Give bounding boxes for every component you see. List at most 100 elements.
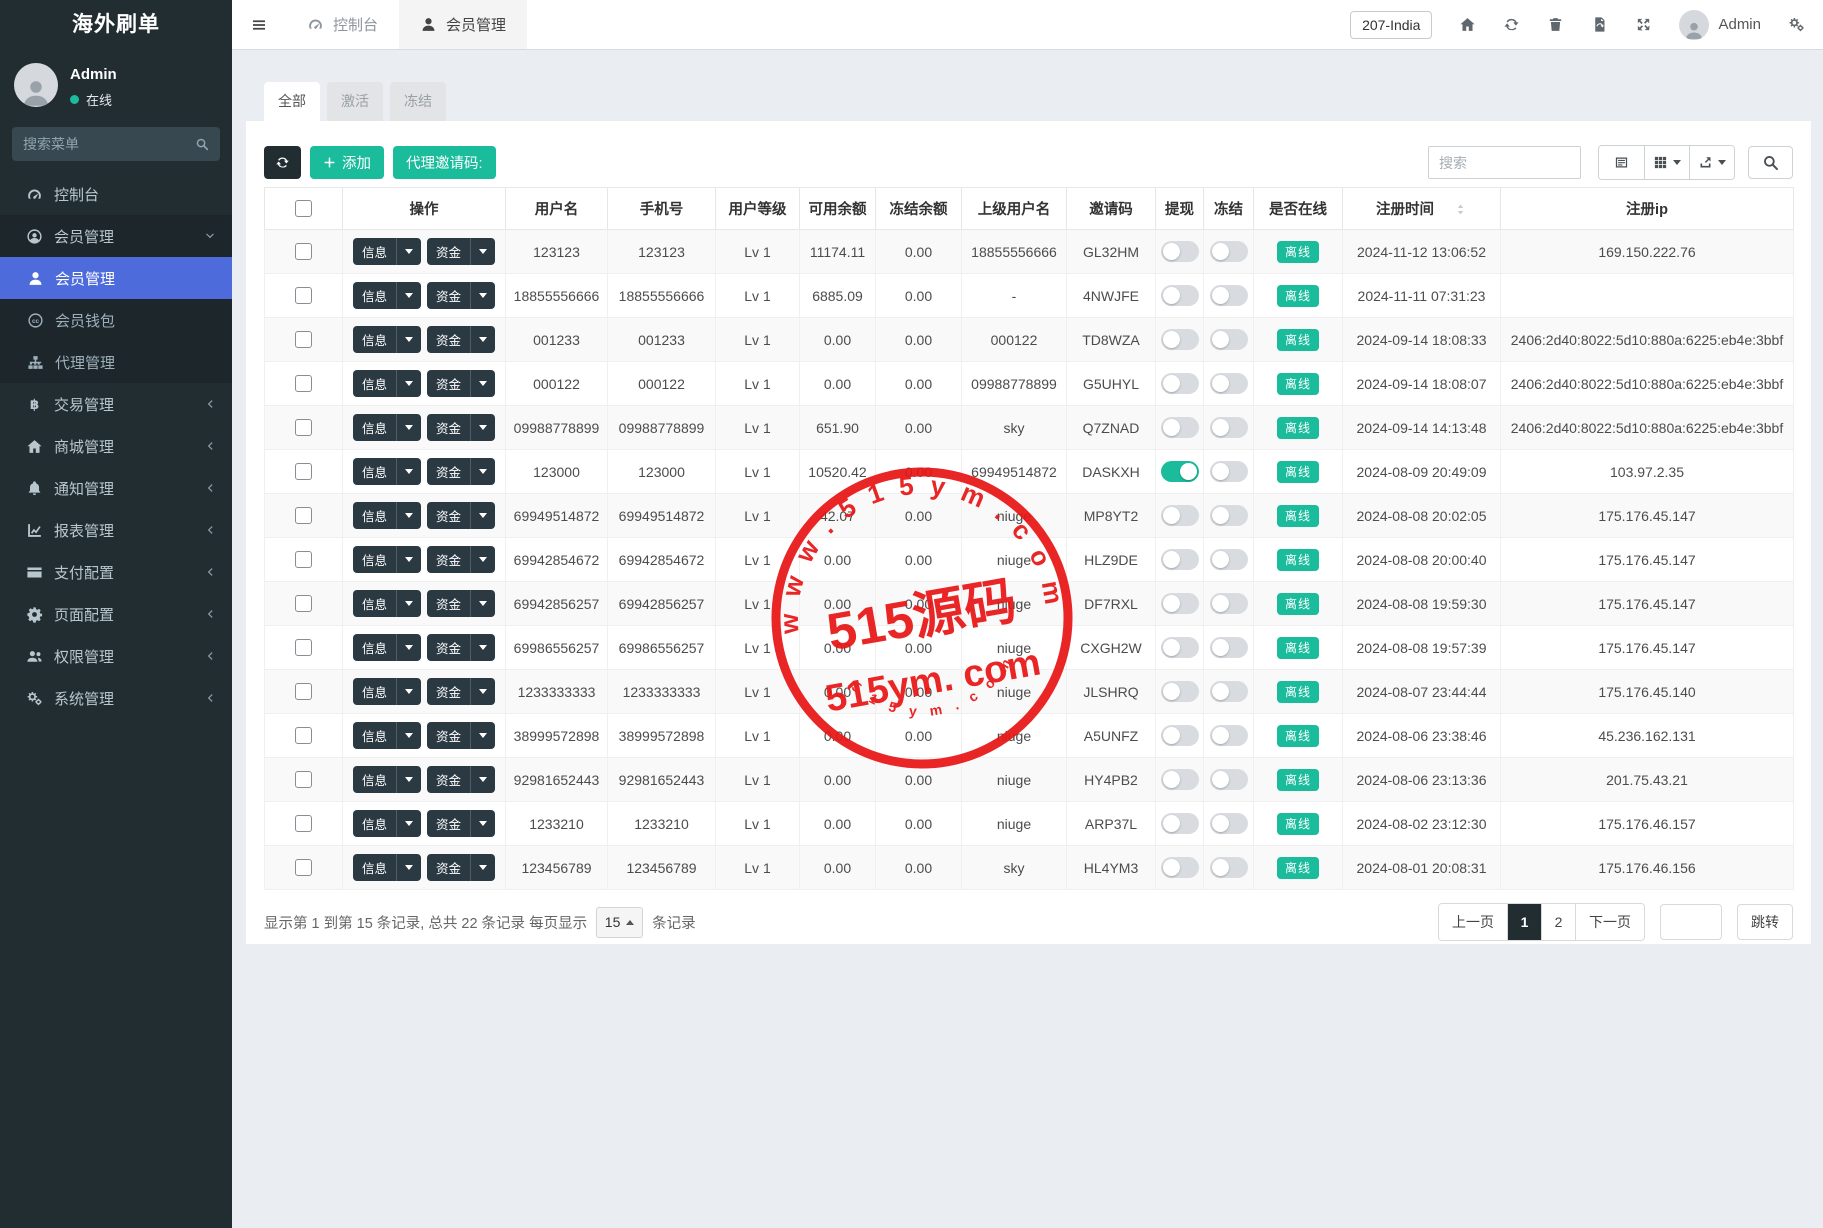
info-button[interactable]: 信息 bbox=[352, 238, 421, 265]
freeze-toggle[interactable] bbox=[1209, 593, 1248, 614]
sidebar-item-mall[interactable]: 商城管理 bbox=[0, 425, 232, 467]
freeze-toggle[interactable] bbox=[1209, 769, 1248, 790]
funds-button[interactable]: 资金 bbox=[427, 282, 496, 309]
nav-tab-members[interactable]: 会员管理 bbox=[399, 0, 528, 49]
freeze-toggle[interactable] bbox=[1209, 813, 1248, 834]
caret-down-icon[interactable] bbox=[396, 854, 421, 881]
freeze-toggle[interactable] bbox=[1209, 461, 1248, 482]
page-jump-button[interactable]: 跳转 bbox=[1737, 904, 1793, 940]
funds-button[interactable]: 资金 bbox=[427, 590, 496, 617]
export-button[interactable] bbox=[1689, 146, 1734, 179]
freeze-toggle[interactable] bbox=[1209, 417, 1248, 438]
filter-tab-0[interactable]: 全部 bbox=[264, 82, 320, 121]
withdraw-toggle[interactable] bbox=[1160, 417, 1199, 438]
sidebar-item-payment[interactable]: 支付配置 bbox=[0, 551, 232, 593]
sidebar-item-dashboard[interactable]: 控制台 bbox=[0, 173, 232, 215]
withdraw-toggle[interactable] bbox=[1160, 637, 1199, 658]
row-checkbox[interactable] bbox=[295, 683, 312, 700]
freeze-toggle[interactable] bbox=[1209, 505, 1248, 526]
filter-tab-2[interactable]: 冻结 bbox=[390, 82, 446, 121]
agent-invite-code-button[interactable]: 代理邀请码: bbox=[393, 146, 496, 179]
freeze-toggle[interactable] bbox=[1209, 285, 1248, 306]
row-checkbox[interactable] bbox=[295, 727, 312, 744]
freeze-toggle[interactable] bbox=[1209, 549, 1248, 570]
sidebar-toggle-button[interactable] bbox=[232, 0, 286, 49]
caret-down-icon[interactable] bbox=[396, 238, 421, 265]
info-button[interactable]: 信息 bbox=[352, 370, 421, 397]
info-button[interactable]: 信息 bbox=[352, 854, 421, 881]
sidebar-search-input[interactable]: 搜索菜单 bbox=[12, 127, 220, 161]
page-jump-input[interactable] bbox=[1660, 904, 1722, 940]
info-button[interactable]: 信息 bbox=[352, 414, 421, 441]
header-reg-time[interactable]: 注册时间 bbox=[1342, 187, 1501, 230]
row-checkbox[interactable] bbox=[295, 463, 312, 480]
row-checkbox[interactable] bbox=[295, 639, 312, 656]
caret-down-icon[interactable] bbox=[396, 458, 421, 485]
row-checkbox[interactable] bbox=[295, 859, 312, 876]
withdraw-toggle[interactable] bbox=[1160, 373, 1199, 394]
funds-button[interactable]: 资金 bbox=[427, 634, 496, 661]
funds-button[interactable]: 资金 bbox=[427, 370, 496, 397]
info-button[interactable]: 信息 bbox=[352, 458, 421, 485]
funds-button[interactable]: 资金 bbox=[427, 414, 496, 441]
caret-down-icon[interactable] bbox=[396, 326, 421, 353]
table-search-input[interactable] bbox=[1428, 146, 1581, 179]
caret-down-icon[interactable] bbox=[470, 634, 495, 661]
filter-tab-1[interactable]: 激活 bbox=[327, 82, 383, 121]
sidebar-item-member-group[interactable]: 会员管理 bbox=[0, 215, 232, 257]
sidebar-item-pages[interactable]: 页面配置 bbox=[0, 593, 232, 635]
info-button[interactable]: 信息 bbox=[352, 282, 421, 309]
columns-button[interactable] bbox=[1644, 146, 1689, 179]
page-size-select[interactable]: 15 bbox=[596, 906, 644, 938]
withdraw-toggle[interactable] bbox=[1160, 769, 1199, 790]
withdraw-toggle[interactable] bbox=[1160, 329, 1199, 350]
caret-down-icon[interactable] bbox=[396, 546, 421, 573]
caret-down-icon[interactable] bbox=[470, 414, 495, 441]
withdraw-toggle[interactable] bbox=[1160, 725, 1199, 746]
caret-down-icon[interactable] bbox=[396, 370, 421, 397]
caret-down-icon[interactable] bbox=[470, 766, 495, 793]
funds-button[interactable]: 资金 bbox=[427, 766, 496, 793]
refresh-button[interactable] bbox=[264, 146, 301, 179]
navbar-user-menu[interactable]: Admin bbox=[1679, 9, 1761, 40]
page-button-2[interactable]: 2 bbox=[1541, 904, 1575, 940]
nav-tab-dashboard[interactable]: 控制台 bbox=[286, 0, 399, 49]
row-checkbox[interactable] bbox=[295, 331, 312, 348]
caret-down-icon[interactable] bbox=[470, 370, 495, 397]
sidebar-item-agents[interactable]: 代理管理 bbox=[0, 341, 232, 383]
withdraw-toggle[interactable] bbox=[1160, 857, 1199, 878]
info-button[interactable]: 信息 bbox=[352, 722, 421, 749]
funds-button[interactable]: 资金 bbox=[427, 854, 496, 881]
freeze-toggle[interactable] bbox=[1209, 637, 1248, 658]
funds-button[interactable]: 资金 bbox=[427, 722, 496, 749]
info-button[interactable]: 信息 bbox=[352, 502, 421, 529]
funds-button[interactable]: 资金 bbox=[427, 326, 496, 353]
withdraw-toggle[interactable] bbox=[1160, 285, 1199, 306]
caret-down-icon[interactable] bbox=[396, 810, 421, 837]
caret-down-icon[interactable] bbox=[470, 590, 495, 617]
info-button[interactable]: 信息 bbox=[352, 634, 421, 661]
caret-down-icon[interactable] bbox=[396, 766, 421, 793]
info-button[interactable]: 信息 bbox=[352, 326, 421, 353]
sidebar-item-permissions[interactable]: 权限管理 bbox=[0, 635, 232, 677]
row-checkbox[interactable] bbox=[295, 771, 312, 788]
sidebar-item-reports[interactable]: 报表管理 bbox=[0, 509, 232, 551]
withdraw-toggle[interactable] bbox=[1160, 549, 1199, 570]
sidebar-item-trades[interactable]: 交易管理 bbox=[0, 383, 232, 425]
info-button[interactable]: 信息 bbox=[352, 678, 421, 705]
caret-down-icon[interactable] bbox=[470, 326, 495, 353]
funds-button[interactable]: 资金 bbox=[427, 678, 496, 705]
select-all-checkbox[interactable] bbox=[295, 200, 312, 217]
info-button[interactable]: 信息 bbox=[352, 546, 421, 573]
sidebar-item-member-wallet[interactable]: 会员钱包 bbox=[0, 299, 232, 341]
row-checkbox[interactable] bbox=[295, 419, 312, 436]
caret-down-icon[interactable] bbox=[470, 502, 495, 529]
funds-button[interactable]: 资金 bbox=[427, 458, 496, 485]
search-button[interactable] bbox=[1748, 146, 1793, 179]
freeze-toggle[interactable] bbox=[1209, 725, 1248, 746]
funds-button[interactable]: 资金 bbox=[427, 502, 496, 529]
row-checkbox[interactable] bbox=[295, 243, 312, 260]
add-button[interactable]: 添加 bbox=[310, 146, 384, 179]
row-checkbox[interactable] bbox=[295, 375, 312, 392]
row-checkbox[interactable] bbox=[295, 815, 312, 832]
